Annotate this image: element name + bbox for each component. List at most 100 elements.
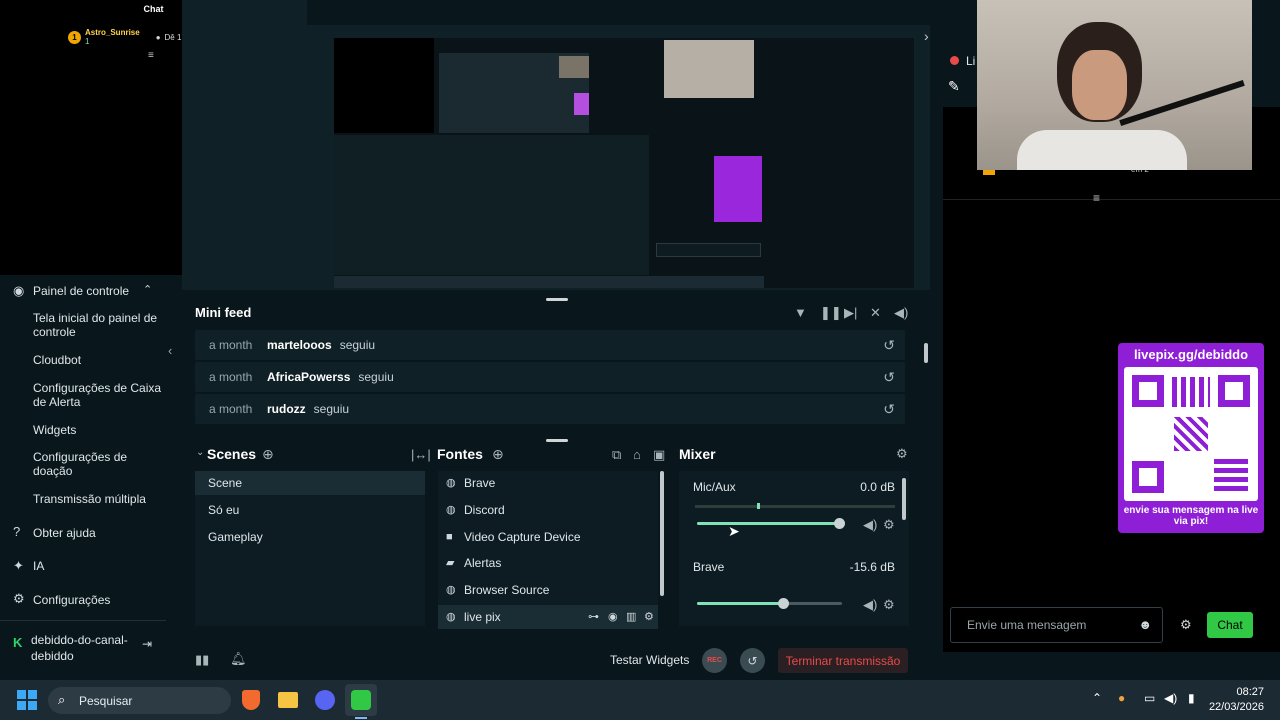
source-item[interactable]: ◍ live pix ⊶ ◉ ▥ ⚙ bbox=[438, 605, 658, 629]
source-item[interactable]: ◍ Browser Source bbox=[438, 578, 658, 602]
collapse-sidebar-icon[interactable]: ‹ bbox=[168, 343, 172, 358]
skip-icon[interactable]: ▶| bbox=[844, 305, 857, 321]
replay-icon[interactable]: ↺ bbox=[883, 337, 895, 354]
collapse-icon[interactable]: ⌄ bbox=[196, 447, 204, 458]
stream-preview: › bbox=[182, 0, 930, 290]
mute-alerts-icon[interactable]: ✕ bbox=[870, 305, 881, 321]
filter-icon[interactable]: ▼ bbox=[794, 305, 807, 320]
volume-icon[interactable]: ◀) bbox=[894, 305, 908, 321]
gear-icon[interactable]: ⚙ bbox=[883, 597, 895, 613]
sidebar-item-dashboard-home[interactable]: Tela inicial do painel de controle bbox=[33, 311, 163, 339]
sidebar-item-settings[interactable]: Configurações bbox=[33, 593, 173, 607]
scene-item[interactable]: Scene bbox=[195, 471, 425, 495]
account-logo-icon: K bbox=[13, 635, 23, 650]
replay-icon[interactable]: ↺ bbox=[883, 369, 895, 386]
add-scene-icon[interactable]: ⊕ bbox=[262, 446, 274, 463]
sidebar-item-widgets[interactable]: Widgets bbox=[33, 423, 163, 437]
end-stream-button[interactable]: Terminar transmissão bbox=[778, 648, 908, 673]
preview-canvas[interactable] bbox=[334, 38, 914, 288]
volume-slider-handle[interactable] bbox=[834, 518, 845, 529]
sidebar-item-multistream[interactable]: Transmissão múltipla bbox=[33, 492, 163, 506]
mixer-channel-name: Brave bbox=[693, 560, 725, 574]
scene-transition-icon[interactable]: |↔| bbox=[411, 447, 431, 462]
help-icon: ? bbox=[13, 524, 21, 539]
edit-icon[interactable]: ✎ bbox=[948, 78, 960, 95]
pause-icon[interactable]: ❚❚ bbox=[820, 305, 842, 321]
file-explorer-icon[interactable] bbox=[278, 692, 298, 708]
microphone-icon[interactable]: ● bbox=[1118, 691, 1125, 705]
replay-icon[interactable]: ↺ bbox=[883, 401, 895, 418]
sidebar-item-donations[interactable]: Configurações de doação bbox=[33, 450, 163, 478]
scrollbar[interactable] bbox=[660, 471, 664, 596]
speaker-icon[interactable]: ◀) bbox=[863, 597, 877, 613]
taskbar-time[interactable]: 08:27 bbox=[1200, 686, 1264, 698]
sidebar-item-cloudbot[interactable]: Cloudbot bbox=[33, 353, 163, 367]
source-item[interactable]: ■ Video Capture Device bbox=[438, 525, 658, 549]
sidebar-item-alertbox[interactable]: Configurações de Caixa de Alerta bbox=[33, 381, 163, 409]
bell-icon[interactable]: 🔔︎ bbox=[230, 651, 247, 667]
mini-feed-panel: Mini feed ▼ ❚❚ ▶| ✕ ◀) a month martelooo… bbox=[182, 298, 928, 442]
windows-start-icon[interactable] bbox=[17, 690, 37, 710]
battery-icon[interactable]: ▮ bbox=[1188, 691, 1195, 705]
taskbar-date[interactable]: 22/03/2026 bbox=[1200, 701, 1264, 713]
stats-icon[interactable]: ▮▮ bbox=[195, 652, 209, 668]
gear-icon[interactable]: ⚙ bbox=[1180, 617, 1192, 633]
link-icon[interactable]: ⊶ bbox=[588, 605, 599, 629]
chevron-right-icon[interactable]: › bbox=[924, 28, 929, 44]
scene-item[interactable]: Gameplay bbox=[195, 525, 425, 549]
dashboard-icon: ◉ bbox=[13, 283, 25, 298]
emoji-icon[interactable]: ☻ bbox=[1138, 617, 1152, 632]
scrollbar[interactable] bbox=[924, 343, 928, 363]
sidebar-item-help[interactable]: Obter ajuda bbox=[33, 526, 173, 540]
gear-icon[interactable]: ⚙ bbox=[883, 517, 895, 533]
delete-icon[interactable]: ▥ bbox=[626, 605, 636, 629]
resize-handle[interactable] bbox=[546, 298, 568, 301]
source-lock-icon[interactable]: ⌂ bbox=[633, 447, 641, 462]
account-name[interactable]: debiddo-do-canal-debiddo bbox=[31, 632, 141, 664]
feed-row: a month AfricaPowerss seguiu ↺ bbox=[195, 362, 905, 392]
replay-buffer-icon[interactable]: ↺ bbox=[740, 648, 765, 673]
chevron-up-icon[interactable]: ⌃ bbox=[1092, 691, 1102, 705]
source-item[interactable]: ▰ Alertas bbox=[438, 551, 658, 575]
mixer-channel-name: Mic/Aux bbox=[693, 480, 736, 494]
volume-icon[interactable]: ◀) bbox=[1164, 691, 1177, 705]
brave-icon[interactable] bbox=[242, 690, 260, 710]
bottom-bar: ▮▮ 🔔︎ Testar Widgets REC ↺ Terminar tran… bbox=[182, 640, 930, 678]
resize-handle[interactable] bbox=[546, 439, 568, 442]
add-folder-icon[interactable]: ▣ bbox=[653, 447, 665, 463]
sidebar-section-dashboard[interactable]: Painel de controle bbox=[33, 284, 153, 298]
expand-icon[interactable]: ≡ bbox=[148, 50, 154, 61]
add-source-icon[interactable]: ⊕ bbox=[492, 446, 504, 463]
feed-row: a month martelooos seguiu ↺ bbox=[195, 330, 905, 360]
taskbar-search[interactable]: ⌕ Pesquisar bbox=[48, 687, 231, 714]
streamlabs-icon[interactable] bbox=[351, 690, 371, 710]
gear-icon: ⚙ bbox=[13, 591, 25, 606]
livepix-qr: livepix.gg/debiddo envie sua mensagem na… bbox=[1118, 343, 1264, 533]
scene-item[interactable]: Só eu bbox=[195, 498, 425, 522]
mixer-channel-db: -15.6 dB bbox=[849, 560, 895, 574]
chat-send-button[interactable]: Chat bbox=[1207, 612, 1253, 638]
chevron-up-icon[interactable]: ⌃ bbox=[143, 283, 152, 296]
source-layout-icon[interactable]: ⧉ bbox=[612, 447, 621, 463]
volume-slider-handle[interactable] bbox=[778, 598, 789, 609]
rec-button[interactable]: REC bbox=[702, 648, 727, 673]
source-item[interactable]: ◍ Discord bbox=[438, 498, 658, 522]
volume-slider-fill bbox=[697, 522, 839, 525]
chat-input[interactable]: Envie uma mensagem ☻ bbox=[950, 607, 1163, 643]
speaker-icon[interactable]: ◀) bbox=[863, 517, 877, 533]
gear-icon[interactable]: ⚙ bbox=[644, 605, 654, 629]
discord-icon[interactable] bbox=[315, 690, 335, 710]
expand-icon[interactable]: ≡ bbox=[1093, 191, 1100, 205]
mixer-channel-db: 0.0 dB bbox=[860, 480, 895, 494]
visibility-icon[interactable]: ◉ bbox=[608, 605, 618, 629]
gear-icon[interactable]: ⚙ bbox=[896, 446, 908, 462]
rank-badge: 1 bbox=[68, 30, 81, 44]
sidebar-item-ai[interactable]: IA bbox=[33, 559, 173, 573]
scrollbar[interactable] bbox=[902, 478, 906, 520]
logout-icon[interactable]: ⇥ bbox=[142, 637, 152, 651]
folder-icon: ▰ bbox=[446, 557, 455, 569]
test-widgets-button[interactable]: Testar Widgets bbox=[610, 653, 689, 667]
source-item[interactable]: ◍ Brave bbox=[438, 471, 658, 495]
taskbar: ⌕ Pesquisar ⌃ ● ▭ ◀) ▮ 08:27 22/03/2026 bbox=[0, 680, 1280, 720]
network-icon[interactable]: ▭ bbox=[1144, 691, 1155, 705]
